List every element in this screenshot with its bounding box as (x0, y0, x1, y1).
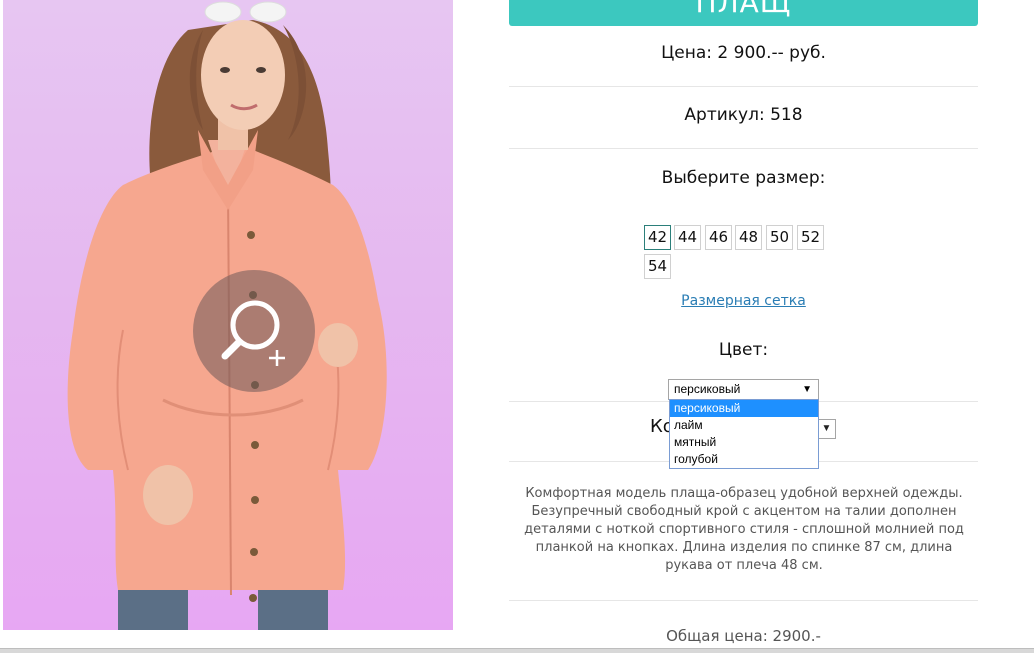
total-price: Общая цена: 2900.- (666, 627, 821, 645)
size-option-48[interactable]: 48 (735, 225, 762, 250)
color-option-peach[interactable]: персиковый (670, 400, 818, 417)
chevron-down-icon: ▼ (802, 384, 812, 395)
size-option-42[interactable]: 42 (644, 225, 671, 250)
zoom-button[interactable] (193, 270, 315, 392)
divider (509, 148, 978, 149)
size-label: Выберите размер: (661, 168, 826, 188)
product-photo[interactable] (3, 0, 453, 630)
color-dropdown-list: персиковый лайм мятный голубой (669, 399, 819, 469)
color-option-lime[interactable]: лайм (670, 417, 818, 434)
divider (509, 600, 978, 601)
bottom-scroll-strip (0, 648, 1034, 653)
product-price: Цена: 2 900.-- руб. (661, 43, 826, 63)
color-label: Цвет: (718, 340, 769, 360)
size-option-52[interactable]: 52 (797, 225, 824, 250)
size-option-50[interactable]: 50 (766, 225, 793, 250)
divider (509, 86, 978, 87)
product-title: ПЛАЩ (509, 0, 978, 26)
size-option-44[interactable]: 44 (674, 225, 701, 250)
size-option-54[interactable]: 54 (644, 254, 671, 279)
color-option-blue[interactable]: голубой (670, 451, 818, 468)
product-sku: Артикул: 518 (684, 105, 803, 125)
color-select-value: персиковый (674, 382, 741, 396)
quantity-select[interactable]: ▼ (818, 419, 836, 439)
color-option-mint[interactable]: мятный (670, 434, 818, 451)
chevron-down-icon: ▼ (821, 423, 832, 434)
size-chart-link[interactable]: Размерная сетка (509, 293, 978, 309)
product-description: Комфортная модель плаща-образец удобной … (524, 486, 964, 573)
size-option-46[interactable]: 46 (705, 225, 732, 250)
color-select[interactable]: персиковый ▼ (668, 379, 819, 400)
magnifier-plus-icon (221, 300, 285, 366)
